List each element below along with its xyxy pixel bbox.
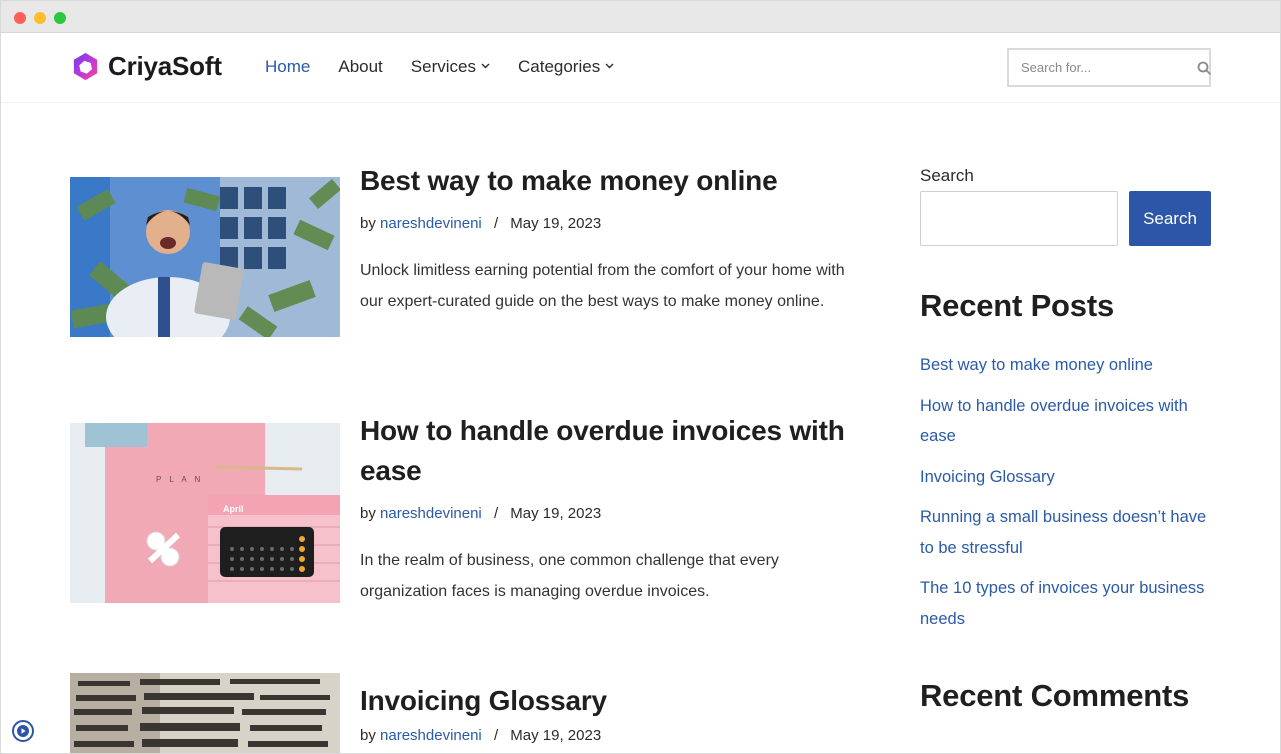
site-logo[interactable]: CriyaSoft — [70, 51, 222, 82]
recent-post-link[interactable]: How to handle overdue invoices with ease — [920, 391, 1211, 452]
recent-posts-list: Best way to make money online How to han… — [920, 350, 1211, 634]
post-date: May 19, 2023 — [510, 215, 602, 232]
sidebar: Search Search Recent Posts Best way to m… — [920, 166, 1211, 713]
meta-separator: / — [493, 215, 499, 232]
sidebar-search-label: Search — [920, 166, 974, 185]
post-content: How to handle overdue invoices with ease… — [360, 411, 860, 607]
sidebar-search-input[interactable] — [920, 191, 1118, 246]
brand-logo-icon — [73, 52, 98, 81]
recent-post-link[interactable]: Best way to make money online — [920, 350, 1211, 381]
post-excerpt: In the realm of business, one common cha… — [360, 552, 779, 600]
recent-posts-heading: Recent Posts — [920, 288, 1114, 323]
nav-item-label: Home — [265, 57, 311, 76]
accessibility-widget-button[interactable] — [12, 720, 34, 742]
nav-item-label: About — [338, 57, 383, 76]
nav-item-services[interactable]: Services — [411, 57, 490, 77]
post-author-link[interactable]: nareshdevineni — [380, 727, 482, 744]
recent-comments-heading: Recent Comments — [920, 678, 1190, 713]
nav-item-categories[interactable]: Categories — [518, 57, 614, 77]
maximize-window-button[interactable] — [54, 12, 66, 24]
post-title[interactable]: Invoicing Glossary — [360, 681, 860, 721]
site-header: CriyaSoft Home About Services Categories — [1, 33, 1280, 103]
brand-name: CriyaSoft — [108, 51, 222, 81]
post-excerpt: Unlock limitless earning potential from … — [360, 262, 845, 310]
search-icon — [1197, 61, 1211, 75]
calendar-month-label: April — [223, 504, 244, 514]
nav-item-label: Categories — [517, 57, 601, 76]
chevron-down-icon — [481, 63, 490, 69]
post-meta: by nareshdevineni / May 19, 2023 — [360, 505, 860, 522]
post-meta: by nareshdevineni / May 19, 2023 — [360, 215, 860, 232]
recent-post-link[interactable]: The 10 types of invoices your business n… — [920, 573, 1211, 634]
meta-separator: / — [493, 727, 499, 744]
browser-window: CriyaSoft Home About Services Categories — [0, 0, 1281, 754]
post-date: May 19, 2023 — [510, 727, 602, 744]
recent-post-link[interactable]: Invoicing Glossary — [920, 462, 1211, 493]
post-title[interactable]: How to handle overdue invoices with ease — [360, 411, 860, 491]
post-author-link[interactable]: nareshdevineni — [380, 215, 482, 232]
sidebar-search-form: Search — [920, 191, 1211, 246]
post-thumbnail[interactable]: April P L A N — [70, 423, 340, 603]
play-icon — [17, 725, 29, 737]
nav-item-label: Services — [410, 57, 476, 76]
post-title[interactable]: Best way to make money online — [360, 161, 860, 201]
header-search-box — [1007, 48, 1211, 87]
sidebar-search-button[interactable]: Search — [1129, 191, 1211, 246]
nav-item-home[interactable]: Home — [265, 57, 310, 77]
post-meta: by nareshdevineni / May 19, 2023 — [360, 727, 860, 744]
post-image-money — [70, 177, 340, 337]
post-thumbnail[interactable] — [70, 177, 340, 337]
post-image-invoices — [70, 423, 340, 603]
post-thumbnail[interactable] — [70, 673, 340, 753]
header-search-input[interactable] — [1009, 50, 1197, 85]
post-author-link[interactable]: nareshdevineni — [380, 505, 482, 522]
plan-letters: P L A N — [156, 475, 204, 484]
header-search-submit[interactable] — [1197, 50, 1211, 85]
close-window-button[interactable] — [14, 12, 26, 24]
post-by-label: by — [360, 727, 376, 744]
nav-item-about[interactable]: About — [338, 57, 382, 77]
post-image-dictionary — [70, 673, 340, 753]
post-by-label: by — [360, 215, 376, 232]
minimize-window-button[interactable] — [34, 12, 46, 24]
post-content: Invoicing Glossary by nareshdevineni / M… — [360, 681, 860, 744]
post-by-label: by — [360, 505, 376, 522]
meta-separator: / — [493, 505, 499, 522]
window-titlebar — [1, 1, 1280, 33]
main-nav: Home About Services Categories — [265, 57, 642, 77]
post-content: Best way to make money online by nareshd… — [360, 161, 860, 317]
recent-post-link[interactable]: Running a small business doesn’t have to… — [920, 502, 1211, 563]
post-date: May 19, 2023 — [510, 505, 602, 522]
chevron-down-icon — [605, 63, 614, 69]
